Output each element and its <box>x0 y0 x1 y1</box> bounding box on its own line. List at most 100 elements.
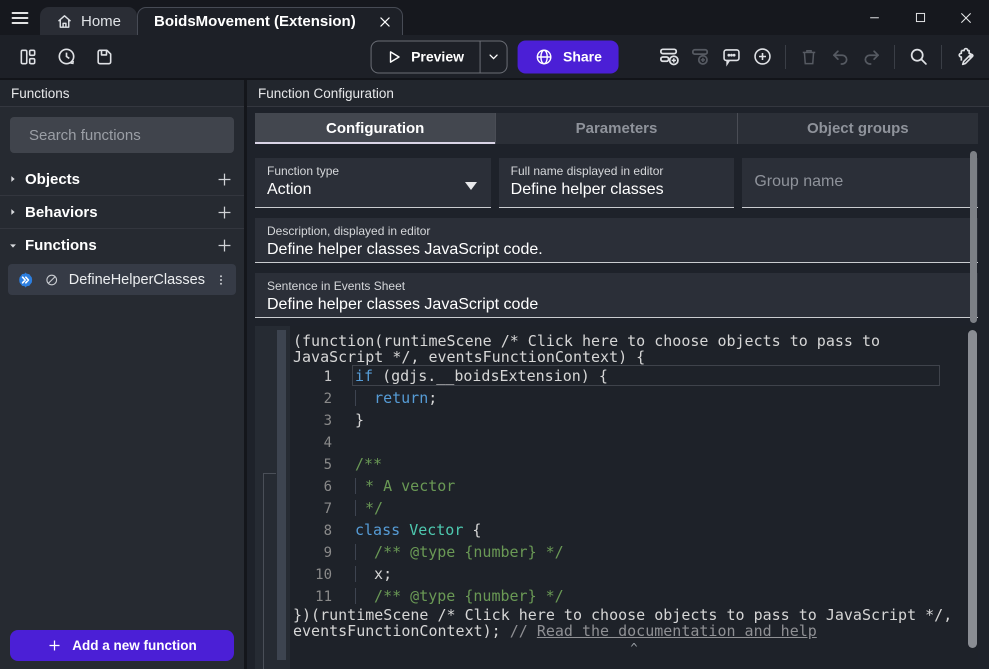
code-line[interactable]: 2 return; <box>290 387 978 409</box>
search-functions-input[interactable] <box>29 127 228 144</box>
line-number: 3 <box>290 410 332 432</box>
play-icon <box>385 48 402 65</box>
add-a-new-function-label: Add a new function <box>72 638 197 653</box>
redo-button[interactable] <box>857 43 885 71</box>
home-icon <box>56 13 73 30</box>
close-icon <box>959 11 973 25</box>
editor-scrollbar[interactable] <box>968 330 977 648</box>
code-panel-scrollbar[interactable] <box>277 330 286 660</box>
expand-caret[interactable]: ^ <box>290 639 978 657</box>
sentence-field[interactable]: Sentence in Events Sheet Define helper c… <box>255 273 978 318</box>
line-number: 6 <box>290 476 332 498</box>
preview-options-button[interactable] <box>480 41 507 72</box>
code-panel: (function(runtimeScene /* Click here to … <box>255 326 978 669</box>
maximize-icon <box>914 11 927 24</box>
globe-icon <box>535 47 554 66</box>
code-line[interactable]: 1if (gdjs.__boidsExtension) { <box>290 365 978 387</box>
sidebar-section-behaviors[interactable]: Behaviors <box>0 196 244 229</box>
code-header-line[interactable]: JavaScript */, eventsFunctionContext) { <box>290 349 978 365</box>
add-event-button[interactable] <box>655 43 683 71</box>
function-item-definehelperclasses[interactable]: DefineHelperClasses <box>8 264 236 295</box>
function-type-label: Function type <box>267 164 479 178</box>
function-type-select[interactable]: Function type Action <box>255 158 491 208</box>
code-header-line[interactable]: (function(runtimeScene /* Click here to … <box>290 333 978 349</box>
save-icon <box>94 47 114 67</box>
add-behavior-button[interactable] <box>215 203 234 222</box>
edit-extension-button[interactable] <box>951 43 979 71</box>
add-function-plus-button[interactable] <box>215 236 234 255</box>
line-number: 1 <box>290 366 332 388</box>
plus-icon <box>215 170 234 189</box>
search-functions-box[interactable] <box>10 117 234 153</box>
documentation-link[interactable]: Read the documentation and help <box>537 622 817 640</box>
function-item-menu-button[interactable] <box>214 272 228 288</box>
add-event-icon <box>658 45 681 68</box>
close-window-button[interactable] <box>943 0 989 35</box>
code-line[interactable]: 7 */ <box>290 497 978 519</box>
delete-button[interactable] <box>795 43 823 71</box>
kebab-menu-icon <box>214 272 228 288</box>
tab-parameters[interactable]: Parameters <box>495 113 736 144</box>
toolbar-divider <box>785 45 786 69</box>
group-name-field[interactable] <box>742 158 978 208</box>
sentence-value: Define helper classes JavaScript code <box>267 296 966 314</box>
close-tab-button[interactable] <box>378 15 392 29</box>
app-body: Functions Objects Behaviors Functions <box>0 80 989 669</box>
code-line[interactable]: 11 /** @type {number} */ <box>290 585 978 607</box>
group-name-input[interactable] <box>754 164 966 200</box>
code-footer-line[interactable]: eventsFunctionContext); // Read the docu… <box>290 623 978 639</box>
function-type-value: Action <box>267 181 479 199</box>
javascript-code-editor[interactable]: (function(runtimeScene /* Click here to … <box>290 326 978 669</box>
share-button-label: Share <box>563 49 602 65</box>
sidebar-spacer <box>0 295 244 630</box>
sidebar-title: Functions <box>0 80 244 107</box>
action-function-icon <box>16 270 35 290</box>
code-line[interactable]: 9 /** @type {number} */ <box>290 541 978 563</box>
config-scrollbar[interactable] <box>970 151 977 323</box>
trash-icon <box>799 47 819 67</box>
main-menu-button[interactable] <box>0 0 40 35</box>
minimize-button[interactable] <box>851 0 897 35</box>
private-icon <box>44 272 59 288</box>
toolbar-center: Preview Share <box>370 40 619 73</box>
section-label: Objects <box>25 171 80 188</box>
configuration-tabs: Configuration Parameters Object groups <box>255 113 978 144</box>
add-other-button[interactable] <box>748 43 776 71</box>
tab-configuration[interactable]: Configuration <box>255 113 495 144</box>
main-content: Configuration Parameters Object groups F… <box>247 107 989 669</box>
add-other-icon <box>752 46 773 67</box>
line-number: 5 <box>290 454 332 476</box>
code-line[interactable]: 10 x; <box>290 563 978 585</box>
add-object-button[interactable] <box>215 170 234 189</box>
sidebar-section-objects[interactable]: Objects <box>0 163 244 196</box>
version-history-button[interactable] <box>52 43 80 71</box>
add-subevent-button[interactable] <box>686 43 714 71</box>
edit-extension-icon <box>954 46 976 68</box>
hamburger-icon <box>10 8 30 28</box>
plus-icon <box>215 203 234 222</box>
project-manager-button[interactable] <box>14 43 42 71</box>
code-footer-line[interactable]: })(runtimeScene /* Click here to choose … <box>290 607 978 623</box>
code-line[interactable]: 8class Vector { <box>290 519 978 541</box>
description-value: Define helper classes JavaScript code. <box>267 241 966 259</box>
sidebar-section-functions[interactable]: Functions <box>0 229 244 262</box>
description-label: Description, displayed in editor <box>267 224 966 238</box>
code-line[interactable]: 4 <box>290 431 978 453</box>
share-button[interactable]: Share <box>518 40 619 73</box>
maximize-button[interactable] <box>897 0 943 35</box>
chevron-right-icon <box>8 207 18 217</box>
add-comment-button[interactable] <box>717 43 745 71</box>
tab-object-groups[interactable]: Object groups <box>737 113 978 144</box>
tab-home[interactable]: Home <box>40 7 137 35</box>
tab-boidsmovement[interactable]: BoidsMovement (Extension) <box>137 7 403 35</box>
save-button[interactable] <box>90 43 118 71</box>
search-button[interactable] <box>904 43 932 71</box>
undo-button[interactable] <box>826 43 854 71</box>
preview-button[interactable]: Preview <box>371 41 480 72</box>
add-a-new-function-button[interactable]: Add a new function <box>10 630 234 661</box>
code-line[interactable]: 3} <box>290 409 978 431</box>
code-line[interactable]: 6 * A vector <box>290 475 978 497</box>
code-line[interactable]: 5/** <box>290 453 978 475</box>
full-name-field[interactable]: Full name displayed in editor Define hel… <box>499 158 735 208</box>
description-field[interactable]: Description, displayed in editor Define … <box>255 218 978 263</box>
